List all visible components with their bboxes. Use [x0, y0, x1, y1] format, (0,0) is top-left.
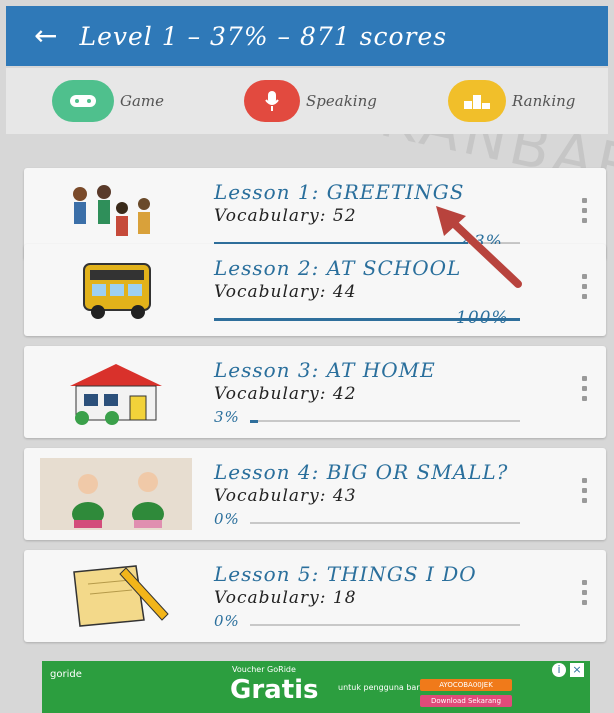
more-options-icon[interactable] [582, 274, 588, 306]
tab-row: Game Speaking Ranking [6, 68, 608, 134]
page-title: Level 1 – 37% – 871 scores [79, 21, 448, 51]
microphone-icon [244, 80, 300, 122]
tab-speaking-label: Speaking [306, 92, 377, 110]
lesson-progress-track [250, 522, 520, 524]
lesson-vocabulary-count: Vocabulary: 43 [214, 486, 357, 506]
more-options-icon[interactable] [582, 198, 588, 230]
ad-line-1: Voucher GoRide [232, 665, 296, 674]
lesson-percent: 100% [456, 308, 509, 328]
lesson-card-3[interactable]: Lesson 3: AT HOME Vocabulary: 42 3% [24, 346, 606, 438]
lesson-card-5[interactable]: Lesson 5: THINGS I DO Vocabulary: 18 0% [24, 550, 606, 642]
more-options-icon[interactable] [582, 478, 588, 510]
lesson-percent: 3% [214, 408, 240, 426]
annotation-arrow [436, 206, 522, 288]
ad-download-button[interactable]: Download Sekarang [420, 695, 512, 707]
ad-close-icon[interactable]: × [570, 663, 584, 677]
notepad-pencil-illustration [73, 565, 169, 627]
lesson-progress-track [250, 419, 520, 423]
lesson-vocabulary-count: Vocabulary: 52 [214, 206, 357, 226]
top-app-bar: ← Level 1 – 37% – 871 scores [6, 6, 608, 66]
ad-banner[interactable]: goride Voucher GoRide Gratis untuk pengg… [42, 661, 590, 713]
tab-ranking[interactable]: Ranking [448, 80, 575, 122]
more-options-icon[interactable] [582, 580, 588, 612]
back-arrow-icon[interactable]: ← [34, 22, 57, 50]
tab-game-label: Game [120, 92, 165, 110]
more-options-icon[interactable] [582, 376, 588, 408]
greetings-illustration [73, 185, 150, 236]
ad-code: AYOCOBA00JEK [420, 679, 512, 691]
ad-line-2: untuk pengguna baru [338, 683, 425, 692]
lesson-vocabulary-count: Vocabulary: 18 [214, 588, 357, 608]
lesson-card-4[interactable]: Lesson 4: BIG OR SMALL? Vocabulary: 43 0… [24, 448, 606, 540]
tab-game[interactable]: Game [52, 80, 164, 122]
lesson-percent: 0% [214, 510, 240, 528]
lesson-vocabulary-count: Vocabulary: 44 [214, 282, 357, 302]
ad-headline: Gratis [230, 675, 319, 705]
lesson-title: Lesson 3: AT HOME [214, 358, 436, 382]
tab-ranking-label: Ranking [512, 92, 576, 110]
lesson-progress-fill [250, 419, 259, 423]
house-illustration [70, 364, 162, 425]
podium-icon [448, 80, 506, 122]
lesson-percent: 0% [214, 612, 240, 630]
ad-info-icon[interactable]: i [552, 663, 566, 677]
lesson-title: Lesson 4: BIG OR SMALL? [214, 460, 509, 484]
lesson-vocabulary-count: Vocabulary: 42 [214, 384, 357, 404]
tab-speaking[interactable]: Speaking [244, 80, 377, 122]
school-bus-illustration [83, 263, 151, 319]
gamepad-icon [52, 80, 114, 122]
lesson-progress-track [250, 624, 520, 626]
lesson-title: Lesson 5: THINGS I DO [214, 562, 477, 586]
ad-brand: goride [50, 669, 82, 680]
children-watermelon-photo [40, 458, 192, 530]
